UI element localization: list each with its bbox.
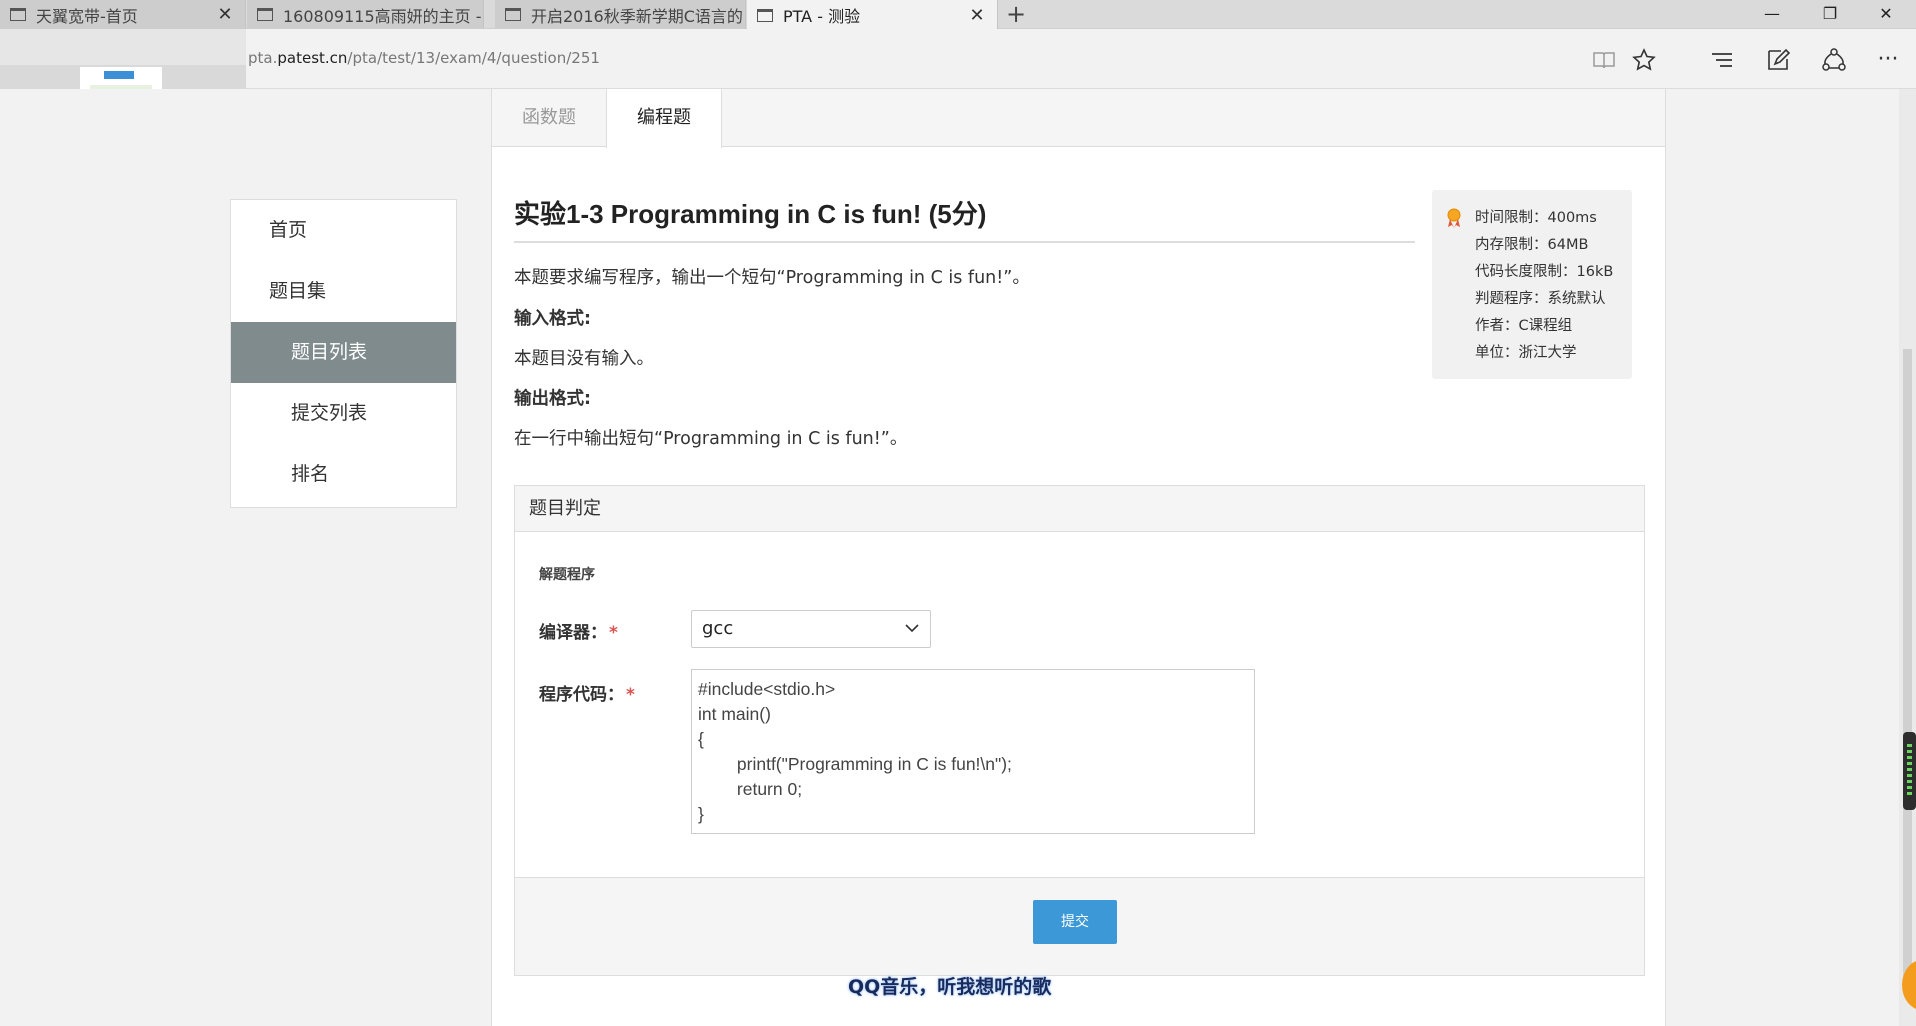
problem-description: 本题要求编写程序，输出一个短句“Programming in C is fun!…	[514, 268, 1030, 288]
submit-button[interactable]: 提交	[1033, 900, 1117, 944]
page-icon	[757, 8, 773, 22]
required-mark: *	[609, 623, 618, 643]
medal-icon	[1447, 208, 1461, 228]
close-icon[interactable]: ✕	[217, 4, 233, 25]
browser-tab-2[interactable]: 160809115高雨妍的主页 - 博	[247, 0, 484, 29]
scrollbar-thumb[interactable]	[1903, 349, 1912, 989]
tab-function-problems[interactable]: 函数题	[492, 89, 606, 147]
left-nav: 首页 题目集 题目列表 提交列表 排名	[230, 199, 457, 508]
code-label-text: 程序代码：	[539, 685, 624, 705]
problem-type-tabs: 函数题 编程题	[492, 89, 1665, 148]
url-field[interactable]: pta.patest.cn/pta/test/13/exam/4/questio…	[248, 49, 600, 67]
info-time-limit: 时间限制：400ms	[1475, 210, 1597, 226]
judge-footer: 提交	[515, 877, 1644, 975]
problem-panel: 函数题 编程题 实验1-3 Programming in C is fun! (…	[491, 89, 1666, 1026]
minimize-button[interactable]: —	[1744, 0, 1800, 29]
compiler-value: gcc	[702, 618, 734, 639]
info-judge: 判题程序：系统默认	[1475, 291, 1606, 307]
tab-title: 160809115高雨妍的主页 - 博	[283, 6, 483, 26]
browser-tab-3[interactable]: 开启2016秋季新学期C语言的	[495, 0, 746, 29]
browser-tab-strip: 天翼宽带-首页 ✕ 160809115高雨妍的主页 - 博 开启2016秋季新学…	[0, 0, 1916, 30]
url-prefix: pta.	[248, 49, 278, 67]
output-format-heading: 输出格式:	[514, 389, 591, 409]
compiler-label: 编译器： *	[539, 618, 618, 643]
hub-icon[interactable]	[1708, 47, 1736, 75]
tab-title: 天翼宽带-首页	[36, 6, 138, 26]
tab-title: PTA - 测验	[783, 7, 861, 26]
page-icon	[257, 8, 273, 21]
page-scrollbar[interactable]	[1899, 89, 1916, 1026]
nav-item-home[interactable]: 首页	[231, 200, 456, 261]
new-tab-button[interactable]: +	[1002, 0, 1030, 29]
compiler-label-text: 编译器：	[539, 623, 607, 643]
qq-music-lyrics-overlay: QQ音乐，听我想听的歌	[848, 976, 1052, 998]
title-divider	[514, 241, 1415, 243]
more-icon[interactable]: ···	[1874, 47, 1902, 75]
required-mark: *	[626, 685, 635, 705]
code-editor[interactable]: #include<stdio.h> int main() { printf("P…	[691, 669, 1255, 834]
browser-tab-4[interactable]: PTA - 测验 ✕	[747, 0, 998, 30]
judge-panel: 题目判定 解题程序 编译器： * gcc 程序代码： * #include<stdi…	[514, 485, 1645, 976]
restore-button[interactable]: ❐	[1802, 0, 1858, 29]
browser-tab-1[interactable]: 天翼宽带-首页 ✕	[0, 0, 246, 29]
output-format-text: 在一行中输出短句“Programming in C is fun!”。	[514, 429, 908, 449]
music-equalizer-icon	[1903, 732, 1916, 810]
page-icon	[10, 8, 26, 21]
info-author: 作者：C课程组	[1475, 318, 1573, 334]
compiler-select[interactable]: gcc	[691, 610, 931, 648]
reading-view-icon[interactable]	[1590, 47, 1618, 75]
input-format-heading: 输入格式:	[514, 309, 591, 329]
close-icon[interactable]: ✕	[969, 5, 985, 26]
favorite-star-icon[interactable]	[1630, 47, 1658, 75]
code-label: 程序代码： *	[539, 680, 635, 705]
share-icon[interactable]	[1820, 47, 1848, 75]
nav-item-problem-list[interactable]: 题目列表	[231, 322, 456, 383]
nav-item-ranking[interactable]: 排名	[231, 444, 456, 505]
input-format-text: 本题目没有输入。	[514, 349, 654, 369]
nav-item-submissions[interactable]: 提交列表	[231, 383, 456, 444]
info-code-length-limit: 代码长度限制：16kB	[1475, 264, 1614, 280]
tab-programming-problems[interactable]: 编程题	[606, 89, 722, 148]
info-organization: 单位：浙江大学	[1475, 345, 1577, 361]
nav-item-problem-sets[interactable]: 题目集	[231, 261, 456, 322]
judge-heading: 题目判定	[515, 486, 1644, 532]
address-bar: pta.patest.cn/pta/test/13/exam/4/questio…	[0, 29, 1916, 89]
url-path: /pta/test/13/exam/4/question/251	[347, 49, 600, 67]
problem-info-box: 时间限制：400ms 内存限制：64MB 代码长度限制：16kB 判题程序：系统…	[1432, 190, 1632, 379]
window-close-button[interactable]: ✕	[1858, 0, 1914, 29]
chevron-down-icon	[905, 624, 919, 633]
url-host: patest.cn	[277, 49, 348, 67]
problem-title: 实验1-3 Programming in C is fun! (5分)	[514, 199, 987, 229]
info-memory-limit: 内存限制：64MB	[1475, 237, 1589, 253]
tab-title: 开启2016秋季新学期C语言的	[531, 6, 743, 26]
page-icon	[505, 8, 521, 21]
solution-label: 解题程序	[539, 567, 595, 583]
web-note-icon[interactable]	[1764, 47, 1792, 75]
